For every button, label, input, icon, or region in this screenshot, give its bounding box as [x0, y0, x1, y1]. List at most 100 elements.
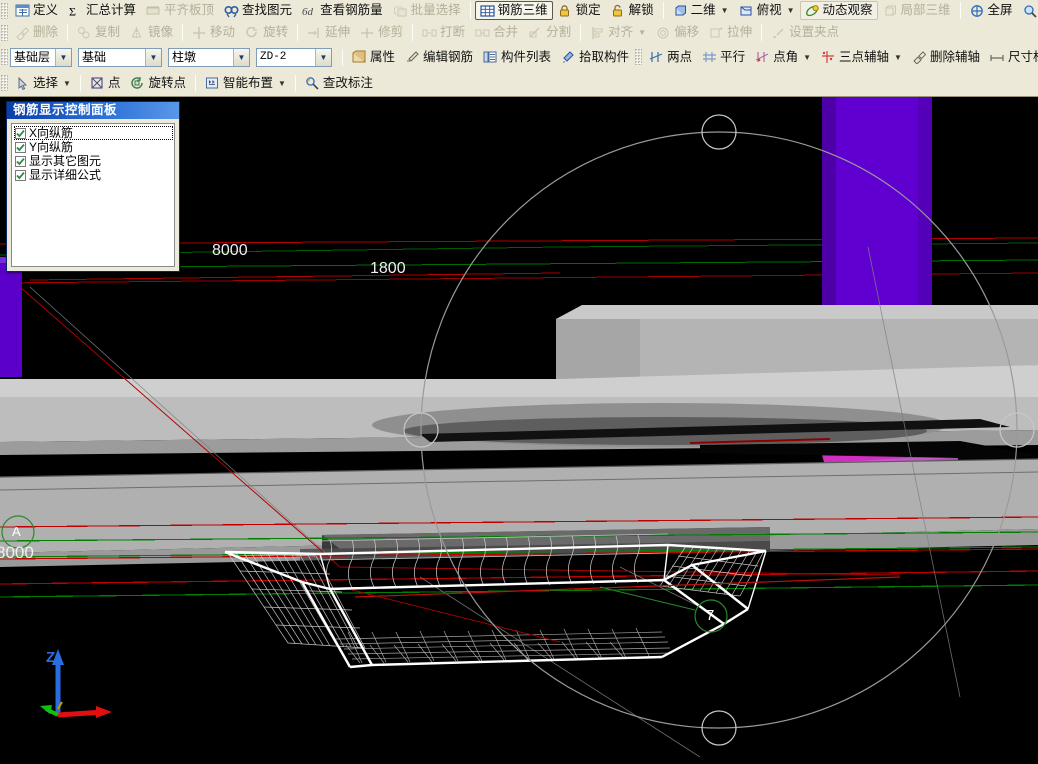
toolbar-label: 打断 [440, 25, 466, 39]
toolbar-button-rotate[interactable]: 旋转 [240, 23, 293, 42]
toolbar-button-offset[interactable]: 偏移 [651, 23, 704, 42]
toolbar-button-smart-layout[interactable]: 智能布置 ▼ [200, 74, 291, 93]
chevron-down-icon[interactable]: ▼ [145, 48, 161, 66]
toolbar-button-align-slab-top[interactable]: 平齐板顶 [141, 1, 219, 20]
chevron-down-icon[interactable]: ▼ [803, 53, 811, 62]
toolbar-button-merge[interactable]: 合并 [470, 23, 523, 42]
toolbar-button-mirror[interactable]: 镜像 [125, 23, 178, 42]
toolbar-button-stretch[interactable]: 拉伸 [704, 23, 757, 42]
toolbar-button-component-list[interactable]: 构件列表 [478, 48, 556, 67]
toolbar-button-view-2d[interactable]: 二维 ▼ [668, 1, 734, 20]
toolbar-button-lock[interactable]: 锁定 [553, 1, 606, 20]
toolbar-button-local-3d[interactable]: 局部三维 [878, 1, 956, 20]
rotate-icon [245, 26, 260, 40]
toolbar-button-move[interactable]: 移动 [187, 23, 240, 42]
toolbar-button-pick-component[interactable]: 拾取构件 [556, 48, 634, 67]
toolbar-button-copy[interactable]: 复制 [72, 23, 125, 42]
toolbar-label: 延伸 [325, 25, 351, 39]
component-type-select[interactable]: 柱墩 ▼ [168, 47, 250, 67]
toolbar-grip[interactable] [1, 2, 8, 19]
chevron-down-icon[interactable]: ▼ [787, 6, 795, 15]
toolbar-button-split[interactable]: 分割 [523, 23, 576, 42]
chevron-down-icon[interactable]: ▼ [233, 48, 249, 66]
align-slab-top-icon [146, 4, 161, 18]
toolbar-button-view-rebar-qty[interactable]: 6d 查看钢筋量 [297, 1, 388, 20]
main-toolbar-row1: 定义 Σ 汇总计算 平齐板顶 查找图元 6d 查看钢筋量 批量选择 钢筋三维 锁… [0, 0, 1038, 21]
toolbar-button-extend[interactable]: 延伸 [302, 23, 355, 42]
toolbar-button-fullscreen[interactable]: 全屏 [965, 1, 1018, 20]
toolbar-button-set-grip[interactable]: 设置夹点 [766, 23, 844, 42]
unlock-icon [611, 4, 626, 18]
toolbar-separator [580, 24, 582, 41]
toolbar-grip[interactable] [1, 49, 8, 65]
checkbox-row-show-detail-formula[interactable]: 显示详细公式 [15, 169, 172, 181]
floor-select[interactable]: 基础层 ▼ [10, 47, 72, 67]
checkbox-row-show-other-elements[interactable]: 显示其它图元 [15, 155, 172, 167]
toolbar-button-parallel-axis[interactable]: 平行 [697, 48, 750, 67]
toolbar-button-delete[interactable]: 删除 [10, 23, 63, 42]
select-arrow-icon [15, 76, 30, 90]
chevron-down-icon[interactable]: ▼ [638, 28, 646, 37]
toolbar-button-rebar-3d[interactable]: 钢筋三维 [474, 1, 553, 20]
toolbar-grip[interactable] [635, 49, 643, 65]
toolbar-label: 旋转 [263, 25, 289, 39]
delete-aux-axis-icon [912, 50, 927, 64]
chevron-down-icon[interactable]: ▼ [55, 48, 71, 66]
toolbar-button-point[interactable]: 点 [85, 74, 126, 93]
checkbox-checked-icon[interactable] [15, 127, 26, 139]
panel-title: 钢筋显示控制面板 [7, 102, 179, 119]
toolbar-button-batch-select[interactable]: 批量选择 [388, 1, 466, 20]
toolbar-label: 点 [107, 75, 121, 90]
toolbar-label: 构件列表 [501, 49, 552, 64]
toolbar-button-define[interactable]: 定义 [10, 1, 63, 20]
toolbar-button-summary-calc[interactable]: Σ 汇总计算 [63, 1, 141, 20]
component-name-select[interactable]: ZD-2 ▼ [256, 47, 332, 67]
rebar-display-control-panel[interactable]: 钢筋显示控制面板 X向纵筋 Y向纵筋 显示其它图元 显示详细公式 [6, 101, 180, 272]
toolbar-button-three-point-axis[interactable]: 三点辅轴 ▼ [816, 48, 907, 67]
chevron-down-icon[interactable]: ▼ [721, 6, 729, 15]
category-select-value: 基础 [82, 49, 107, 64]
svg-text:6d: 6d [302, 6, 314, 18]
dimension-label: 1800 [370, 260, 406, 277]
toolbar-label: 动态观察 [822, 3, 873, 17]
toolbar-grip[interactable] [1, 24, 8, 41]
toolbar-button-select[interactable]: 选择 ▼ [10, 74, 76, 93]
chevron-down-icon[interactable]: ▼ [63, 79, 71, 88]
toolbar-label: 旋转点 [148, 75, 186, 90]
component-list-icon [483, 50, 498, 64]
category-select[interactable]: 基础 ▼ [78, 47, 162, 67]
toolbar-grip[interactable] [1, 75, 8, 91]
checkbox-checked-icon[interactable] [15, 169, 26, 181]
chevron-down-icon[interactable]: ▼ [278, 79, 286, 88]
toolbar-button-align[interactable]: 对齐 ▼ [585, 23, 651, 42]
checkbox-checked-icon[interactable] [15, 141, 26, 153]
pick-component-icon [561, 50, 576, 64]
toolbar-button-delete-aux-axis[interactable]: 删除辅轴 [907, 48, 985, 67]
toolbar-label: 选择 [33, 75, 59, 90]
toolbar-button-break[interactable]: 打断 [417, 23, 470, 42]
checkbox-checked-icon[interactable] [15, 155, 26, 167]
toolbar-label: 批量选择 [410, 3, 461, 17]
toolbar-button-two-point-axis[interactable]: 两点 [644, 48, 697, 67]
toolbar-button-properties[interactable]: 属性 [347, 48, 400, 67]
toolbar-button-unlock[interactable]: 解锁 [606, 1, 659, 20]
toolbar-button-find-element[interactable]: 查找图元 [219, 1, 297, 20]
toolbar-label: 全屏 [987, 3, 1013, 17]
checkbox-row-y-longitudinal[interactable]: Y向纵筋 [15, 141, 172, 153]
toolbar-label: 拾取构件 [579, 49, 630, 64]
chevron-down-icon[interactable]: ▼ [315, 48, 331, 66]
toolbar-button-dimension[interactable]: 尺寸标 [985, 48, 1038, 67]
toolbar-button-point-angle-axis[interactable]: 点角 ▼ [750, 48, 816, 67]
toolbar-label: 汇总计算 [86, 3, 137, 17]
point-icon [90, 76, 105, 90]
toolbar-button-top-view[interactable]: 俯视 ▼ [734, 1, 800, 20]
toolbar-separator [67, 24, 69, 41]
toolbar-button-trim[interactable]: 修剪 [355, 23, 408, 42]
toolbar-button-dynamic-orbit[interactable]: 动态观察 [799, 1, 878, 20]
checkbox-row-x-longitudinal[interactable]: X向纵筋 [14, 126, 173, 140]
chevron-down-icon[interactable]: ▼ [894, 53, 902, 62]
toolbar-button-check-edit-annotation[interactable]: 查改标注 [300, 74, 378, 93]
toolbar-button-zoom[interactable]: 缩放 ▼ [1018, 1, 1038, 20]
toolbar-button-edit-rebar[interactable]: 编辑钢筋 [400, 48, 478, 67]
toolbar-button-rotate-point[interactable]: 旋转点 [125, 74, 191, 93]
